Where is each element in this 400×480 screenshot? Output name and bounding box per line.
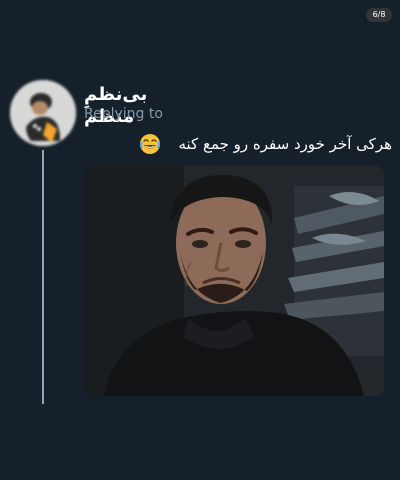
image-counter-badge: 6/8 xyxy=(366,8,392,22)
tweet-text: هرکی آخر خورد سفره رو جمع کنه xyxy=(178,135,392,153)
tweet-media-image[interactable] xyxy=(84,166,384,396)
replying-to-label: Replying to xyxy=(84,106,163,122)
avatar-image xyxy=(10,80,76,146)
man-in-black-tshirt-photo xyxy=(84,166,384,396)
laughing-tears-emoji-icon xyxy=(139,133,161,155)
thread-line xyxy=(42,150,44,404)
avatar[interactable] xyxy=(10,80,76,146)
